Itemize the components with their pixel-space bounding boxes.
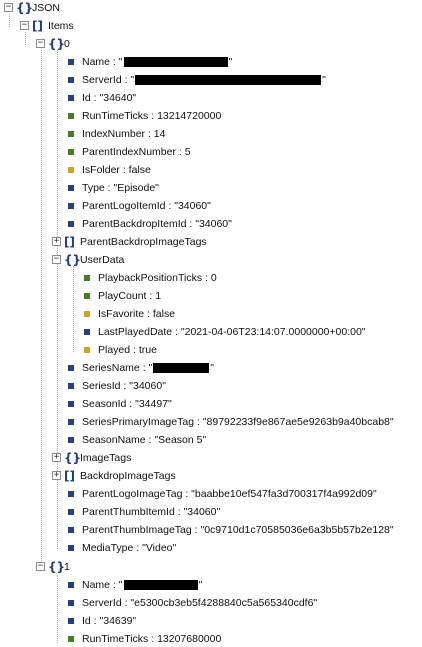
array-icon: [] xyxy=(32,19,43,33)
tree-guide-line xyxy=(9,14,10,27)
node-label: ParentIndexNumber : 5 xyxy=(82,146,191,158)
string-leaf-icon xyxy=(68,618,74,624)
string-leaf-icon xyxy=(68,491,74,497)
node-label: IsFolder : false xyxy=(82,164,151,176)
node-label: ServerId : "e5300cb3eb5f4288840c5a565340… xyxy=(82,597,318,609)
node-label: 1 xyxy=(64,561,70,573)
string-leaf-icon xyxy=(68,365,74,371)
string-leaf-icon xyxy=(68,77,74,83)
node-label: IsFavorite : false xyxy=(98,308,176,320)
object-icon: {} xyxy=(64,451,82,465)
node-label: 0 xyxy=(64,38,70,50)
string-leaf-icon xyxy=(68,95,74,101)
object-icon: {} xyxy=(48,37,66,51)
string-leaf-icon xyxy=(68,582,74,588)
string-leaf-icon xyxy=(68,59,74,65)
node-label: ImageTags xyxy=(80,452,132,464)
tree-guide-line xyxy=(25,32,26,45)
node-label: SeasonId : "34497" xyxy=(82,398,172,410)
number-leaf-icon xyxy=(68,636,74,642)
tree-guide-line xyxy=(73,266,74,352)
node-label: SeriesId : "34060" xyxy=(82,380,166,392)
string-leaf-icon xyxy=(68,419,74,425)
node-label-suffix: " xyxy=(228,56,233,68)
string-leaf-icon xyxy=(68,545,74,551)
expand-toggle[interactable]: + xyxy=(52,237,61,246)
object-icon: {} xyxy=(64,253,82,267)
redacted-block xyxy=(153,363,210,374)
node-label-suffix: " xyxy=(210,362,214,374)
string-leaf-icon xyxy=(68,203,74,209)
boolean-leaf-icon xyxy=(68,167,74,173)
node-label: Id : "34640" xyxy=(82,92,137,104)
boolean-leaf-icon xyxy=(84,347,90,353)
redacted-block xyxy=(123,580,198,591)
string-leaf-icon xyxy=(68,527,74,533)
string-leaf-icon xyxy=(68,509,74,515)
node-label: MediaType : "Video" xyxy=(82,542,177,554)
object-icon: {} xyxy=(48,560,66,574)
expand-toggle[interactable]: + xyxy=(52,453,61,462)
node-label: SeasonName : "Season 5" xyxy=(82,434,207,446)
string-leaf-icon xyxy=(68,600,74,606)
number-leaf-icon xyxy=(68,113,74,119)
number-leaf-icon xyxy=(84,275,90,281)
string-leaf-icon xyxy=(68,185,74,191)
redacted-block xyxy=(135,75,322,86)
node-label: RunTimeTicks : 13207680000 xyxy=(82,633,222,645)
collapse-toggle[interactable]: − xyxy=(36,562,45,571)
node-label: ParentBackdropItemId : "34060" xyxy=(82,218,232,230)
node-label: SeriesPrimaryImageTag : "89792233f9e867a… xyxy=(82,416,394,428)
number-leaf-icon xyxy=(68,149,74,155)
number-leaf-icon xyxy=(68,131,74,137)
boolean-leaf-icon xyxy=(84,311,90,317)
node-label: IndexNumber : 14 xyxy=(82,128,166,140)
node-label: Id : "34639" xyxy=(82,615,137,627)
node-label: ParentLogoImageTag : "baabbe10ef547fa3d7… xyxy=(82,488,377,500)
node-label: PlayCount : 1 xyxy=(98,290,162,302)
collapse-toggle[interactable]: − xyxy=(52,255,61,264)
number-leaf-icon xyxy=(84,293,90,299)
tree-guide-line xyxy=(41,50,42,567)
collapse-toggle[interactable]: − xyxy=(4,3,13,12)
node-label: ParentThumbImageTag : "0c9710d1c70585036… xyxy=(82,524,394,536)
object-icon: {} xyxy=(16,1,34,15)
string-leaf-icon xyxy=(84,329,90,335)
array-icon: [] xyxy=(64,469,75,483)
node-label: JSON xyxy=(32,2,61,14)
tree-guide-line xyxy=(57,575,58,643)
node-label: BackdropImageTags xyxy=(80,470,176,482)
string-leaf-icon xyxy=(68,401,74,407)
node-label-suffix: " xyxy=(198,579,203,591)
node-label: Name : " xyxy=(82,56,123,68)
node-label: PlaybackPositionTicks : 0 xyxy=(98,272,217,284)
node-label: ServerId : " xyxy=(82,74,135,86)
string-leaf-icon xyxy=(68,383,74,389)
node-label: RunTimeTicks : 13214720000 xyxy=(82,110,222,122)
json-tree-view: − {} JSON − [] Items − {} 0 Name : " " Se… xyxy=(0,0,422,645)
node-label: SeriesName : " xyxy=(82,362,153,374)
node-label: Items xyxy=(48,20,74,32)
node-label: Played : true xyxy=(98,344,157,356)
string-leaf-icon xyxy=(68,221,74,227)
collapse-toggle[interactable]: − xyxy=(20,21,29,30)
collapse-toggle[interactable]: − xyxy=(36,39,45,48)
node-label: ParentThumbItemId : "34060" xyxy=(82,506,221,518)
node-label: UserData xyxy=(80,254,125,266)
node-label: Type : "Episode" xyxy=(82,182,159,194)
node-label-suffix: " xyxy=(322,74,326,86)
node-label: ParentLogoItemId : "34060" xyxy=(82,200,211,212)
array-icon: [] xyxy=(64,235,75,249)
redacted-block xyxy=(123,57,228,68)
node-label: ParentBackdropImageTags xyxy=(80,236,207,248)
node-label: Name : " xyxy=(82,579,123,591)
string-leaf-icon xyxy=(68,437,74,443)
node-label: LastPlayedDate : "2021-04-06T23:14:07.00… xyxy=(98,326,366,338)
expand-toggle[interactable]: + xyxy=(52,471,61,480)
